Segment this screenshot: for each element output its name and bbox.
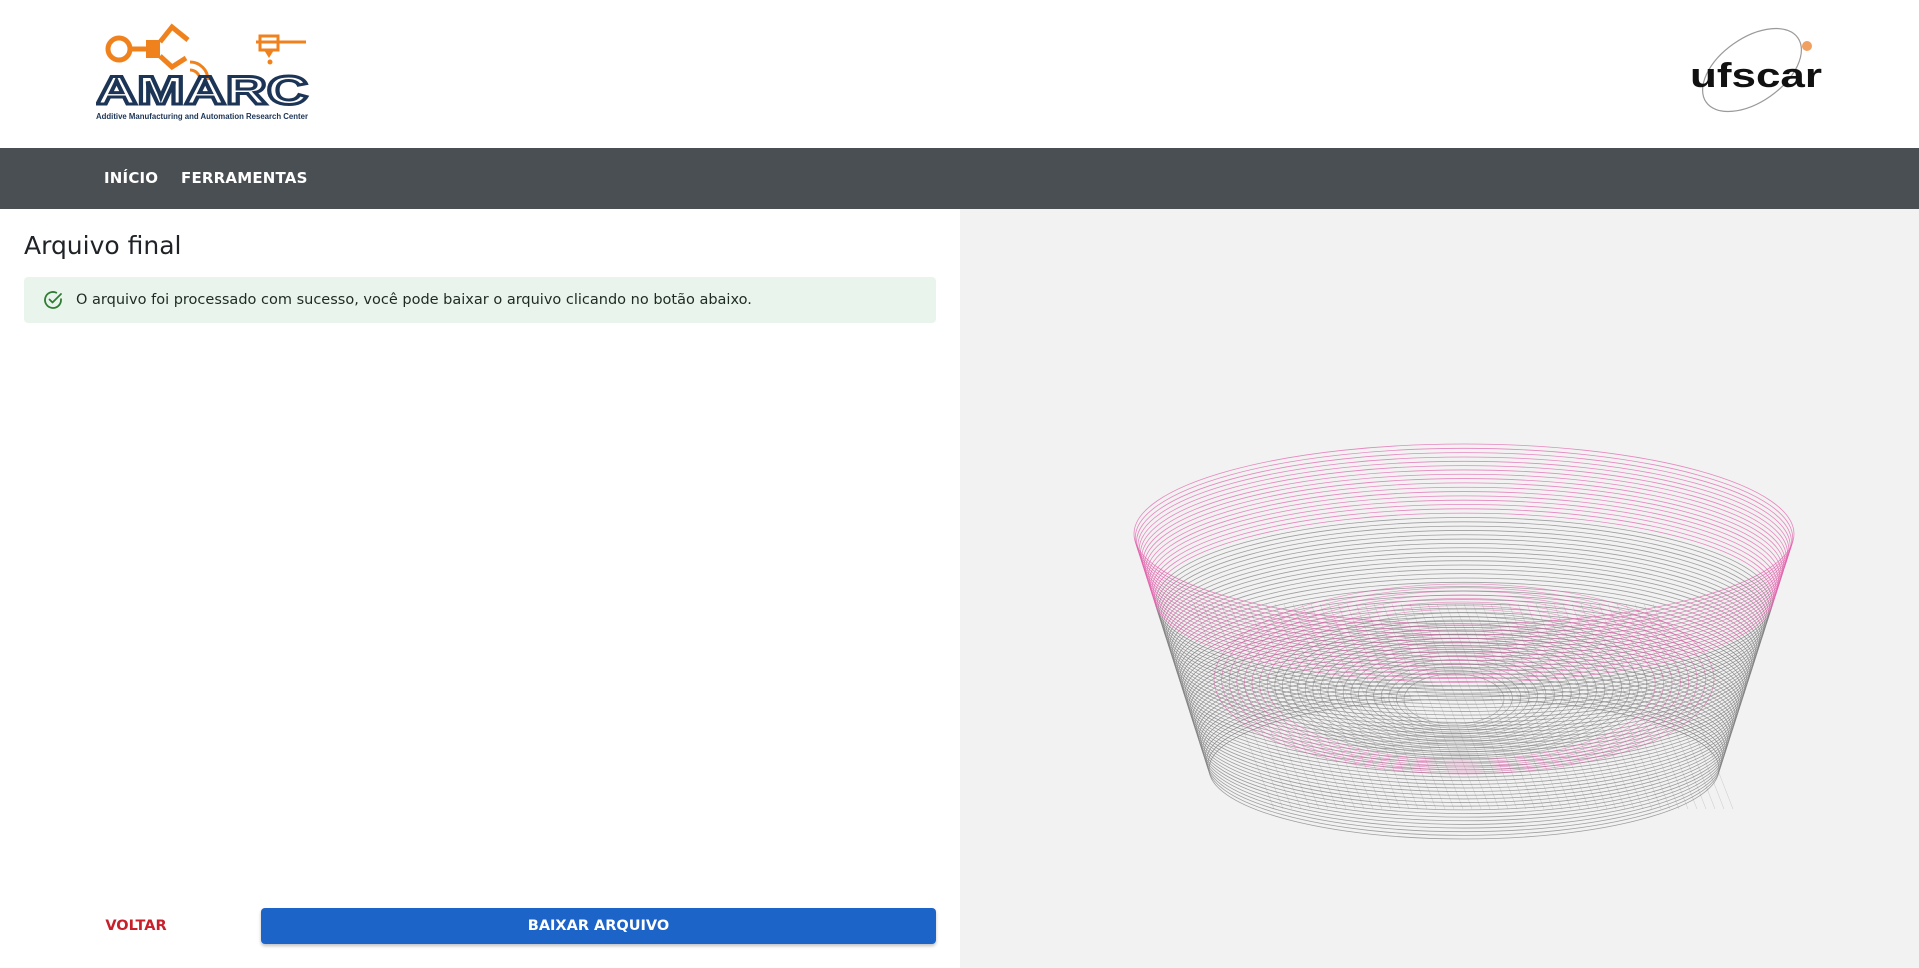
toolpath-preview-canvas bbox=[1133, 443, 1795, 840]
ufscar-logo-graphic: ufscar bbox=[1690, 27, 1822, 113]
check-circle-icon bbox=[44, 291, 62, 309]
amarc-logo-graphic: AMARC Additive Manufacturing and Automat… bbox=[95, 23, 310, 121]
infill-line bbox=[1544, 603, 1626, 810]
main-navbar: INÍCIO FERRAMENTAS bbox=[0, 148, 1919, 209]
success-alert: O arquivo foi processado com sucesso, vo… bbox=[24, 277, 936, 323]
infill-line bbox=[1535, 603, 1617, 810]
nav-item-inicio[interactable]: INÍCIO bbox=[104, 148, 158, 209]
toolpath-layer bbox=[1204, 685, 1724, 829]
ufscar-logo[interactable]: ufscar bbox=[1690, 22, 1826, 122]
nav-item-ferramentas[interactable]: FERRAMENTAS bbox=[181, 148, 308, 209]
ufscar-wordmark: ufscar bbox=[1690, 57, 1822, 95]
toolpath-layer bbox=[1203, 681, 1725, 825]
amarc-wordmark: AMARC bbox=[96, 69, 308, 113]
result-panel: Arquivo final O arquivo foi processado c… bbox=[0, 209, 960, 968]
toolpath-3d-viewer[interactable] bbox=[960, 209, 1919, 968]
infill-line bbox=[1256, 603, 1338, 810]
amarc-tagline: Additive Manufacturing and Automation Re… bbox=[96, 112, 308, 121]
toolpath-layer bbox=[1138, 460, 1790, 639]
toolpath-layer bbox=[1134, 447, 1794, 629]
toolpath-layer bbox=[1133, 443, 1795, 625]
amarc-logo[interactable]: AMARC Additive Manufacturing and Automat… bbox=[95, 22, 310, 122]
back-button[interactable]: VOLTAR bbox=[60, 908, 212, 944]
toolpath-layer bbox=[1185, 620, 1743, 774]
success-alert-text: O arquivo foi processado com sucesso, vo… bbox=[76, 292, 752, 308]
infill-line bbox=[1283, 603, 1365, 810]
infill-line bbox=[1598, 603, 1680, 810]
page-title: Arquivo final bbox=[24, 231, 182, 260]
download-file-button[interactable]: BAIXAR ARQUIVO bbox=[261, 908, 936, 944]
site-header: AMARC Additive Manufacturing and Automat… bbox=[0, 0, 1919, 148]
